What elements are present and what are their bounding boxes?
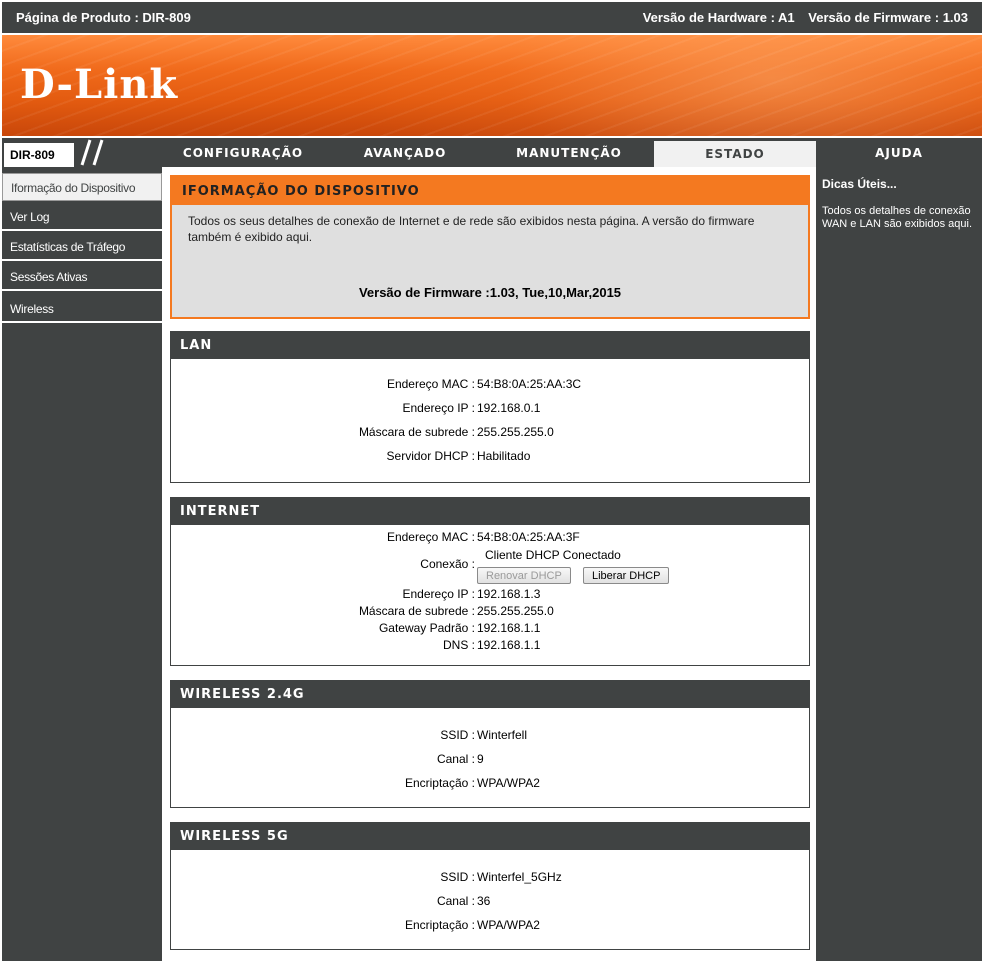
firmware-version: Versão de Firmware : 1.03 [808,10,968,25]
w24-enc-value: WPA/WPA2 [477,776,540,790]
sidebar: Iformação do Dispositivo Ver Log Estatís… [2,167,162,961]
internet-mask-value: 255.255.255.0 [477,604,554,618]
internet-ip-value: 192.168.1.3 [477,587,541,601]
brand-banner: D-Link [2,33,982,136]
sidebar-item-view-log[interactable]: Ver Log [2,203,162,231]
w24-channel-value: 9 [477,752,484,766]
internet-conn-label: Conexão : [420,557,475,571]
internet-dns-value: 192.168.1.1 [477,638,541,652]
lan-dhcp-label: Servidor DHCP : [386,449,475,463]
internet-conn-value: Cliente DHCP Conectado [485,548,621,562]
internet-body: Endereço MAC : 54:B8:0A:25:AA:3F Conexão… [170,525,810,666]
main-nav: DIR-809 CONFIGURAÇÃO AVANÇADO MANUTENÇÃO… [2,136,982,167]
w5-channel-label: Canal : [436,894,475,908]
version-info: Versão de Hardware : A1 Versão de Firmwa… [633,10,968,25]
wireless-24g-section: WIRELESS 2.4G SSID : Winterfell Canal : … [170,680,810,808]
sidebar-item-wireless[interactable]: Wireless [2,295,162,323]
internet-gateway-label: Gateway Padrão : [378,621,475,635]
w24-channel-label: Canal : [436,752,475,766]
device-info-box: IFORMAÇÃO DO DISPOSITIVO Todos os seus d… [170,175,810,319]
slash-divider-icon [80,139,104,166]
internet-gateway-value: 192.168.1.1 [477,621,541,635]
lan-mask-value: 255.255.255.0 [477,425,554,439]
lan-title: LAN [170,331,810,359]
release-dhcp-button[interactable]: Liberar DHCP [583,567,670,584]
w24-enc-label: Encriptação : [404,776,475,790]
lan-ip-label: Endereço IP : [402,401,476,415]
w5-ssid-label: SSID : [440,870,475,884]
tab-configuracao[interactable]: CONFIGURAÇÃO [164,138,322,167]
tab-ajuda[interactable]: AJUDA [816,138,982,167]
internet-section: INTERNET Endereço MAC : 54:B8:0A:25:AA:3… [170,497,810,666]
wireless-5g-title: WIRELESS 5G [170,822,810,850]
firmware-label: Versão de Firmware : [358,285,490,300]
sidebar-item-traffic-stats[interactable]: Estatísticas de Tráfego [2,233,162,261]
firmware-line: Versão de Firmware :1.03, Tue,10,Mar,201… [172,285,808,300]
wireless-5g-body: SSID : Winterfel_5GHz Canal : 36 Encript… [170,850,810,950]
help-title: Dicas Úteis... [822,177,897,191]
internet-mask-label: Máscara de subrede : [358,604,475,618]
help-text: Todos os detalhes de conexão WAN e LAN s… [822,205,972,230]
internet-mac-label: Endereço MAC : [386,530,475,544]
lan-ip-value: 192.168.0.1 [477,401,541,415]
internet-ip-label: Endereço IP : [402,587,476,601]
w24-ssid-label: SSID : [440,728,475,742]
tab-estado[interactable]: ESTADO [654,141,816,167]
dlink-logo: D-Link [20,61,179,108]
device-info-title: IFORMAÇÃO DO DISPOSITIVO [172,177,808,205]
w5-enc-value: WPA/WPA2 [477,918,540,932]
tab-avancado[interactable]: AVANÇADO [328,138,482,167]
lan-dhcp-value: Habilitado [477,449,531,463]
tab-manutencao[interactable]: MANUTENÇÃO [488,138,650,167]
product-page-label: Página de Produto : DIR-809 [16,10,191,25]
sidebar-item-active-sessions[interactable]: Sessões Ativas [2,263,162,291]
wireless-5g-section: WIRELESS 5G SSID : Winterfel_5GHz Canal … [170,822,810,950]
help-panel: Dicas Úteis... Todos os detalhes de cone… [816,167,982,961]
wireless-24g-body: SSID : Winterfell Canal : 9 Encriptação … [170,708,810,808]
w5-channel-value: 36 [477,894,491,908]
lan-mac-value: 54:B8:0A:25:AA:3C [477,377,582,391]
firmware-value: 1.03, Tue,10,Mar,2015 [489,285,622,300]
internet-title: INTERNET [170,497,810,525]
top-bar: Página de Produto : DIR-809 Versão de Ha… [2,2,982,33]
sidebar-item-device-info[interactable]: Iformação do Dispositivo [2,173,162,201]
model-label: DIR-809 [4,143,74,167]
lan-body: Endereço MAC : 54:B8:0A:25:AA:3C Endereç… [170,359,810,483]
main-content: IFORMAÇÃO DO DISPOSITIVO Todos os seus d… [162,167,816,961]
internet-dns-label: DNS : [442,638,475,652]
hardware-version: Versão de Hardware : A1 [642,10,795,25]
renew-dhcp-button[interactable]: Renovar DHCP [477,567,571,584]
w24-ssid-value: Winterfell [477,728,528,742]
internet-mac-value: 54:B8:0A:25:AA:3F [477,530,580,544]
w5-ssid-value: Winterfel_5GHz [477,870,562,884]
device-info-description: Todos os seus detalhes de conexão de Int… [188,214,755,244]
wireless-24g-title: WIRELESS 2.4G [170,680,810,708]
w5-enc-label: Encriptação : [404,918,475,932]
lan-mac-label: Endereço MAC : [386,377,475,391]
lan-mask-label: Máscara de subrede : [358,425,475,439]
lan-section: LAN Endereço MAC : 54:B8:0A:25:AA:3C End… [170,331,810,483]
